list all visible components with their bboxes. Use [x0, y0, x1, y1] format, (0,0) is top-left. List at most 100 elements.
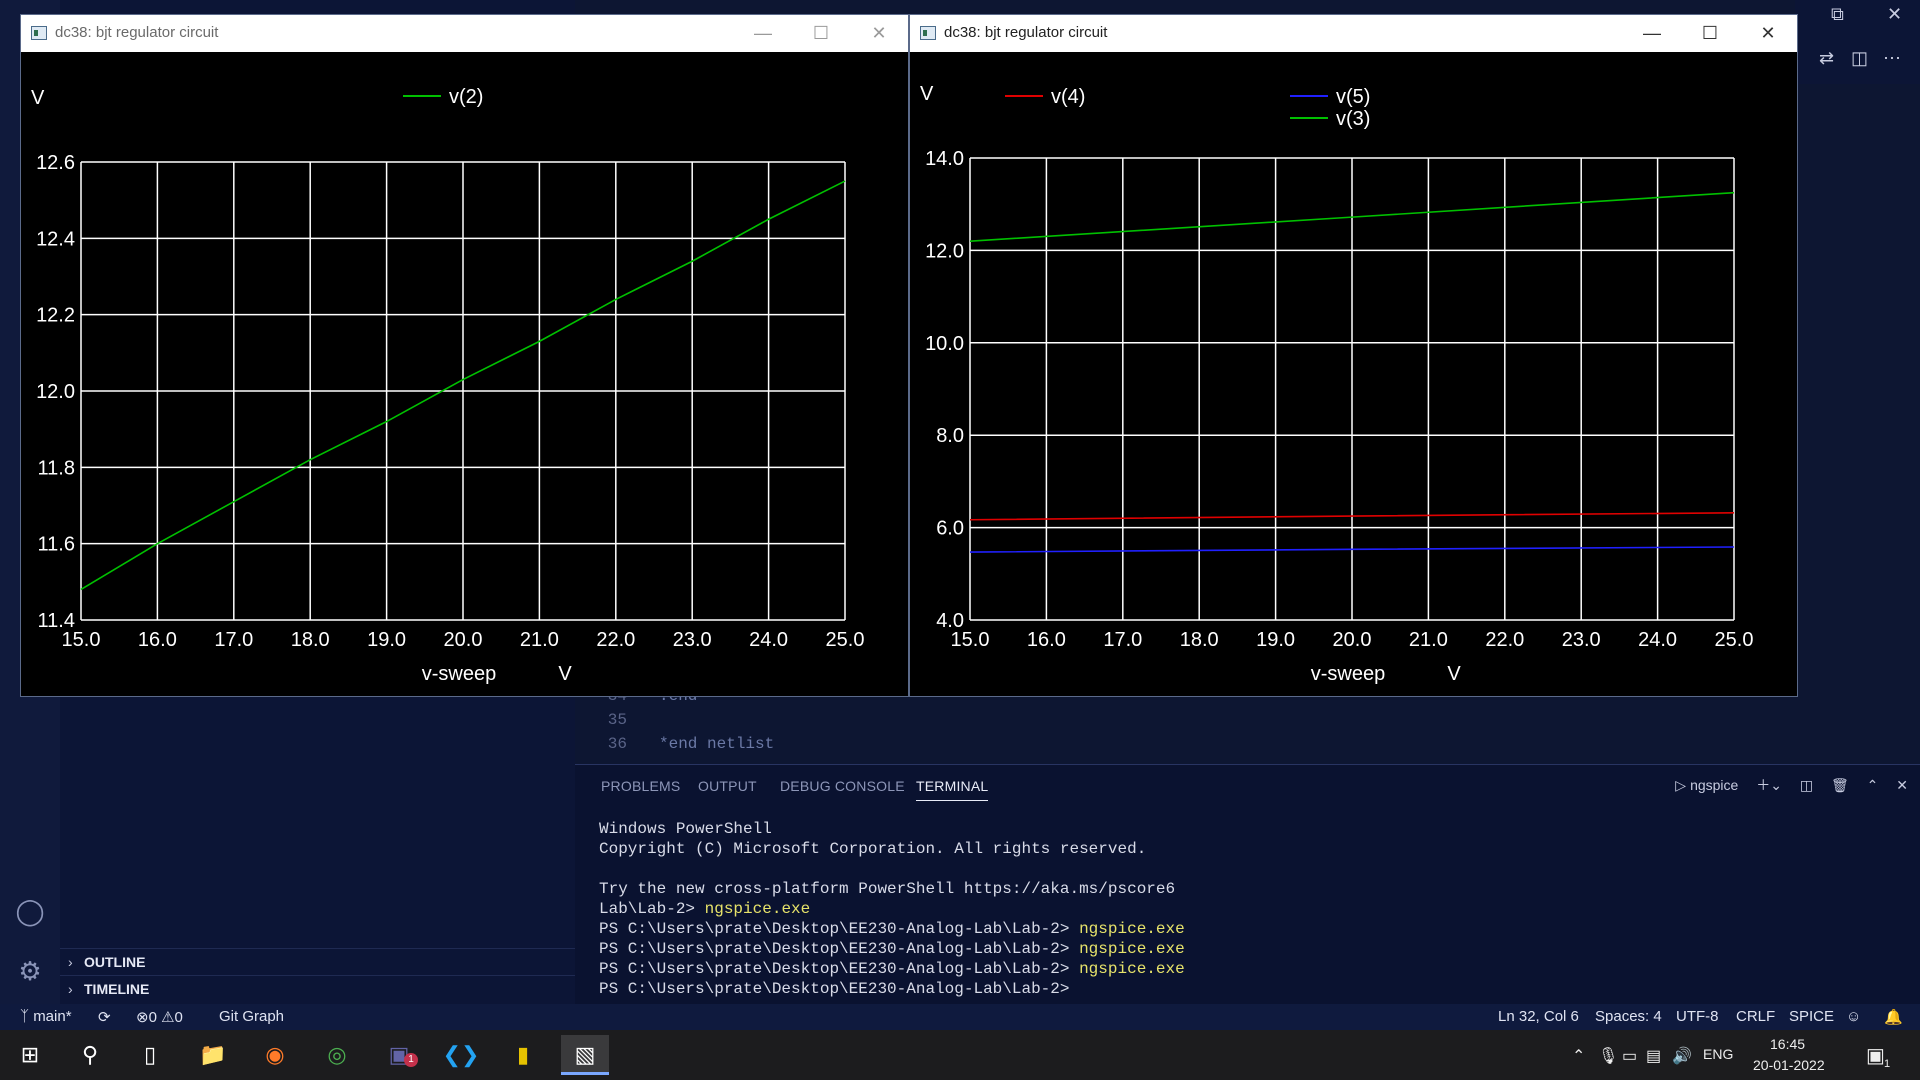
x-tick-label: 22.0	[1485, 629, 1524, 651]
terminal-output[interactable]: Windows PowerShell Copyright (C) Microsof…	[599, 819, 1185, 999]
language-mode[interactable]: SPICE	[1789, 1008, 1834, 1025]
panel-actions: ▷ ngspice ＋⌄ ◫ 🗑 ⌃ ✕	[1661, 775, 1908, 799]
firefox-icon[interactable]: ◉	[251, 1035, 299, 1075]
sidebar-section-timeline[interactable]: › TIMELINE	[60, 975, 575, 1001]
branch-indicator[interactable]: ᛉ main*	[20, 1008, 72, 1025]
windows-start-icon[interactable]: ⊞	[6, 1035, 54, 1075]
file-explorer-icon[interactable]: 📁	[189, 1035, 237, 1075]
open-changes-icon[interactable]: ⇄	[1819, 48, 1834, 69]
y-tick-label: 11.4	[38, 610, 75, 632]
terminal-command: ngspice.exe	[704, 900, 811, 918]
window-title: dc38: bjt regulator circuit	[55, 24, 219, 41]
microphone-icon[interactable]: 🎙	[1598, 1046, 1618, 1066]
split-editor-icon[interactable]: ◫	[1851, 48, 1868, 69]
clock-time[interactable]: 16:45	[1770, 1036, 1805, 1052]
cursor-position[interactable]: Ln 32, Col 6	[1498, 1008, 1579, 1025]
bottom-panel: PROBLEMS OUTPUT DEBUG CONSOLE TERMINAL ▷…	[575, 764, 1920, 1004]
close-window-icon[interactable]: ✕	[1887, 4, 1902, 25]
chevron-right-icon: ›	[68, 954, 73, 970]
terminal-selector[interactable]: ngspice	[1690, 777, 1738, 793]
clock-date[interactable]: 20-01-2022	[1753, 1057, 1825, 1073]
kill-terminal-icon[interactable]: 🗑	[1831, 777, 1849, 794]
terminal-line: PS C:\Users\prate\Desktop\EE230-Analog-L…	[599, 979, 1185, 999]
git-graph-button[interactable]: Git Graph	[219, 1008, 284, 1025]
minimize-button[interactable]: —	[1623, 15, 1681, 52]
terminal-prompt	[599, 860, 609, 878]
split-terminal-icon[interactable]: ◫	[1800, 777, 1813, 794]
ngspice-icon[interactable]: ▧	[561, 1035, 609, 1075]
ngspice-app-icon	[920, 26, 936, 40]
windows-taskbar: ⊞ ⚲ ▯ 📁 ◉ ◎ ▣ 1 ❮❯ ▮ ▧ ⌃ 🎙 ▭ ▤ 🔊 ENG 16:4…	[0, 1030, 1920, 1080]
battery-icon[interactable]: ▭	[1622, 1046, 1637, 1066]
terminal-line	[599, 859, 1185, 879]
plot-window-left[interactable]: dc38: bjt regulator circuit — ☐ ✕ V 15.0 1…	[20, 14, 909, 697]
terminal-prompt: Try the new cross-platform PowerShell ht…	[599, 880, 1176, 898]
accounts-icon[interactable]: ◯	[14, 895, 46, 927]
minimap[interactable]	[1800, 100, 1920, 700]
terminal-command: ngspice.exe	[1079, 940, 1185, 958]
sync-icon[interactable]: ⟳	[98, 1008, 111, 1026]
legend-label: v(4)	[1051, 86, 1085, 108]
task-view-icon[interactable]: ▯	[126, 1035, 174, 1075]
manage-gear-icon[interactable]: ⚙	[14, 955, 46, 987]
plot-canvas[interactable]: V 15.0 16.0 17.0 18.0 19.0 20.0 21.0 22.0 23.0 24.…	[910, 52, 1799, 697]
y-tick-label: 8.0	[936, 425, 964, 447]
tab-output[interactable]: OUTPUT	[698, 778, 757, 794]
tab-terminal[interactable]: TERMINAL	[916, 778, 989, 801]
x-tick-label: 19.0	[1256, 629, 1295, 651]
maximize-button[interactable]: ☐	[1681, 15, 1739, 52]
x-tick-label: 16.0	[138, 629, 177, 651]
legend-label: v(3)	[1336, 108, 1370, 130]
language-indicator[interactable]: ENG	[1703, 1046, 1733, 1062]
code-editor[interactable]: 34.end 35 36*end netlist	[575, 687, 1920, 764]
maximize-panel-icon[interactable]: ⌃	[1867, 777, 1879, 794]
x-tick-label: 15.0	[951, 629, 990, 651]
y-tick-label: 10.0	[925, 333, 964, 355]
notifications-bell-icon[interactable]: 🔔	[1884, 1008, 1903, 1026]
end-of-line[interactable]: CRLF	[1736, 1008, 1775, 1025]
search-icon[interactable]: ⚲	[66, 1035, 114, 1075]
title-bar[interactable]: dc38: bjt regulator circuit — ☐ ✕	[21, 15, 908, 52]
network-icon[interactable]: ▤	[1646, 1046, 1661, 1066]
volume-icon[interactable]: 🔊	[1672, 1046, 1692, 1066]
tab-debug-console[interactable]: DEBUG CONSOLE	[780, 778, 905, 794]
tab-problems[interactable]: PROBLEMS	[601, 778, 680, 794]
x-tick-label: 23.0	[1562, 629, 1601, 651]
feedback-icon[interactable]: ☺	[1846, 1008, 1861, 1025]
chevron-right-icon: ›	[68, 981, 73, 997]
vscode-icon[interactable]: ❮❯	[437, 1035, 485, 1075]
x-tick-label: 16.0	[1027, 629, 1066, 651]
plot-window-right[interactable]: dc38: bjt regulator circuit — ☐ ✕ V 15.0 1…	[909, 14, 1798, 697]
title-bar[interactable]: dc38: bjt regulator circuit — ☐ ✕	[910, 15, 1797, 52]
teams-icon[interactable]: ▣ 1	[375, 1035, 423, 1075]
encoding[interactable]: UTF-8	[1676, 1008, 1719, 1025]
chrome-icon[interactable]: ◎	[313, 1035, 361, 1075]
close-panel-icon[interactable]: ✕	[1896, 777, 1908, 794]
maximize-button[interactable]: ☐	[792, 15, 850, 52]
terminal-line: Try the new cross-platform PowerShell ht…	[599, 879, 1185, 899]
restore-window-icon[interactable]: ⧉	[1831, 4, 1844, 25]
minimize-button[interactable]: —	[734, 15, 792, 52]
close-button[interactable]: ✕	[850, 15, 908, 52]
pdf-reader-icon[interactable]: ▮	[499, 1035, 547, 1075]
x-tick-label: 21.0	[520, 629, 559, 651]
plot-canvas[interactable]: V 15.0 16.0 17.0 18.0 19.0 20.0 21.0 22.0 23.0 24.…	[21, 52, 910, 697]
show-hidden-icons-icon[interactable]: ⌃	[1572, 1046, 1585, 1066]
x-tick-label: 22.0	[596, 629, 635, 651]
close-button[interactable]: ✕	[1739, 15, 1797, 52]
terminal-line: Windows PowerShell	[599, 819, 1185, 839]
y-tick-label: 11.8	[38, 457, 75, 479]
sidebar-section-outline[interactable]: › OUTLINE	[60, 948, 575, 974]
new-terminal-icon[interactable]: ＋⌄	[1756, 775, 1782, 795]
indentation[interactable]: Spaces: 4	[1595, 1008, 1662, 1025]
status-bar: ᛉ main* ⟳ ⊗0 ⚠0 Git Graph Ln 32, Col 6 S…	[0, 1004, 1920, 1030]
terminal-prompt: Copyright (C) Microsoft Corporation. All…	[599, 840, 1147, 858]
x-tick-label: 23.0	[673, 629, 712, 651]
notification-center-icon[interactable]: ▣	[1866, 1043, 1885, 1068]
x-axis-label: v-sweep	[1311, 663, 1385, 685]
y-tick-label: 12.0	[36, 381, 75, 403]
notification-count: 1	[1884, 1058, 1891, 1070]
more-actions-icon[interactable]: ⋯	[1883, 48, 1901, 69]
problems-indicator[interactable]: ⊗0 ⚠0	[136, 1008, 183, 1026]
terminal-prompt: PS C:\Users\prate\Desktop\EE230-Analog-L…	[599, 940, 1080, 958]
